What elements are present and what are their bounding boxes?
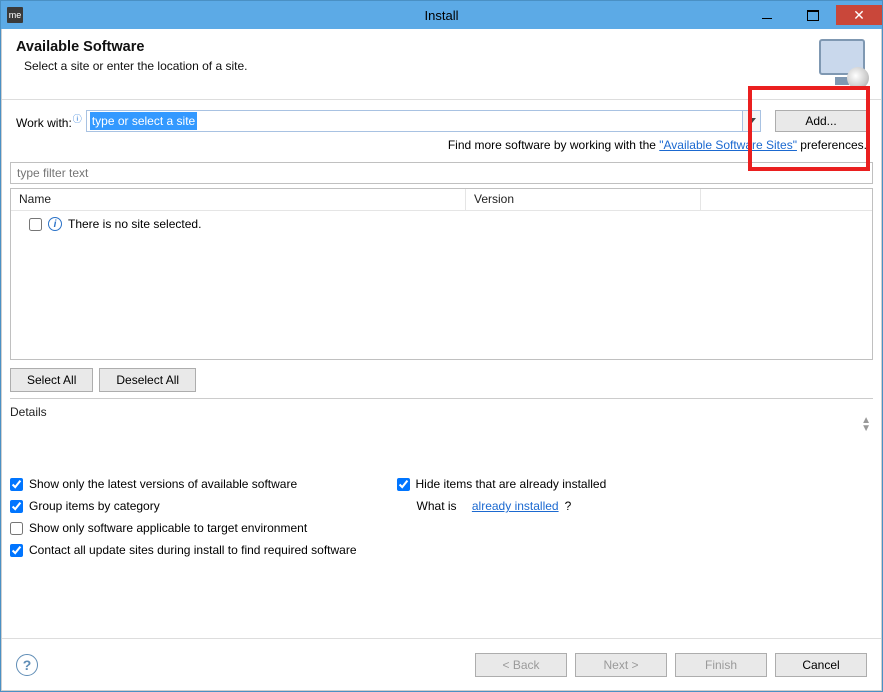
work-with-dropdown-button[interactable]	[742, 111, 760, 131]
window-title: Install	[425, 8, 459, 23]
add-button[interactable]: Add...	[775, 110, 867, 132]
options-area: Show only the latest versions of availab…	[2, 469, 881, 573]
column-name[interactable]: Name	[11, 189, 466, 210]
deselect-all-button[interactable]: Deselect All	[99, 368, 196, 392]
help-icon[interactable]: ?	[16, 654, 38, 676]
tree-empty-message: There is no site selected.	[68, 217, 201, 231]
banner-title: Available Software	[16, 39, 815, 55]
tree-row-checkbox[interactable]	[29, 218, 42, 231]
option-target-env[interactable]: Show only software applicable to target …	[10, 521, 357, 535]
available-software-sites-link[interactable]: "Available Software Sites"	[659, 138, 797, 152]
column-version[interactable]: Version	[466, 189, 701, 210]
details-section: Details ▲▼	[10, 398, 873, 469]
option-latest-versions[interactable]: Show only the latest versions of availab…	[10, 477, 357, 491]
info-badge-icon: ⓘ	[73, 114, 82, 124]
work-with-input[interactable]: type or select a site	[87, 111, 742, 131]
group-category-checkbox[interactable]	[10, 500, 23, 513]
target-env-checkbox[interactable]	[10, 522, 23, 535]
tree-header[interactable]: Name Version	[11, 189, 872, 211]
minimize-button[interactable]	[744, 5, 790, 25]
option-contact-all[interactable]: Contact all update sites during install …	[10, 543, 357, 557]
software-tree[interactable]: Name Version i There is no site selected…	[10, 188, 873, 360]
cancel-button[interactable]: Cancel	[775, 653, 867, 677]
work-with-label: Work with:ⓘ	[16, 112, 82, 130]
option-group-category[interactable]: Group items by category	[10, 499, 357, 513]
wizard-footer: ? < Back Next > Finish Cancel	[2, 638, 881, 690]
contact-all-checkbox[interactable]	[10, 544, 23, 557]
find-more-text: Find more software by working with the "…	[2, 136, 881, 162]
banner-subtitle: Select a site or enter the location of a…	[24, 59, 815, 73]
info-icon: i	[48, 217, 62, 231]
already-installed-link[interactable]: already installed	[472, 499, 559, 513]
latest-versions-checkbox[interactable]	[10, 478, 23, 491]
what-is-installed: What is already installed?	[417, 499, 607, 513]
hide-installed-checkbox[interactable]	[397, 478, 410, 491]
select-all-button[interactable]: Select All	[10, 368, 93, 392]
details-scroll-icon[interactable]: ▲▼	[861, 417, 871, 433]
banner: Available Software Select a site or ente…	[2, 29, 881, 100]
titlebar[interactable]: me Install ✕	[1, 1, 882, 29]
column-extra[interactable]	[701, 189, 872, 210]
work-with-combo[interactable]: type or select a site	[86, 110, 761, 132]
back-button[interactable]: < Back	[475, 653, 567, 677]
install-wizard-icon	[815, 39, 867, 87]
close-button[interactable]: ✕	[836, 5, 882, 25]
next-button[interactable]: Next >	[575, 653, 667, 677]
filter-input[interactable]	[10, 162, 873, 184]
app-icon: me	[7, 7, 23, 23]
tree-empty-row: i There is no site selected.	[19, 215, 864, 233]
finish-button[interactable]: Finish	[675, 653, 767, 677]
option-hide-installed[interactable]: Hide items that are already installed	[397, 477, 607, 491]
maximize-button[interactable]	[790, 5, 836, 25]
details-label: Details	[10, 405, 873, 419]
